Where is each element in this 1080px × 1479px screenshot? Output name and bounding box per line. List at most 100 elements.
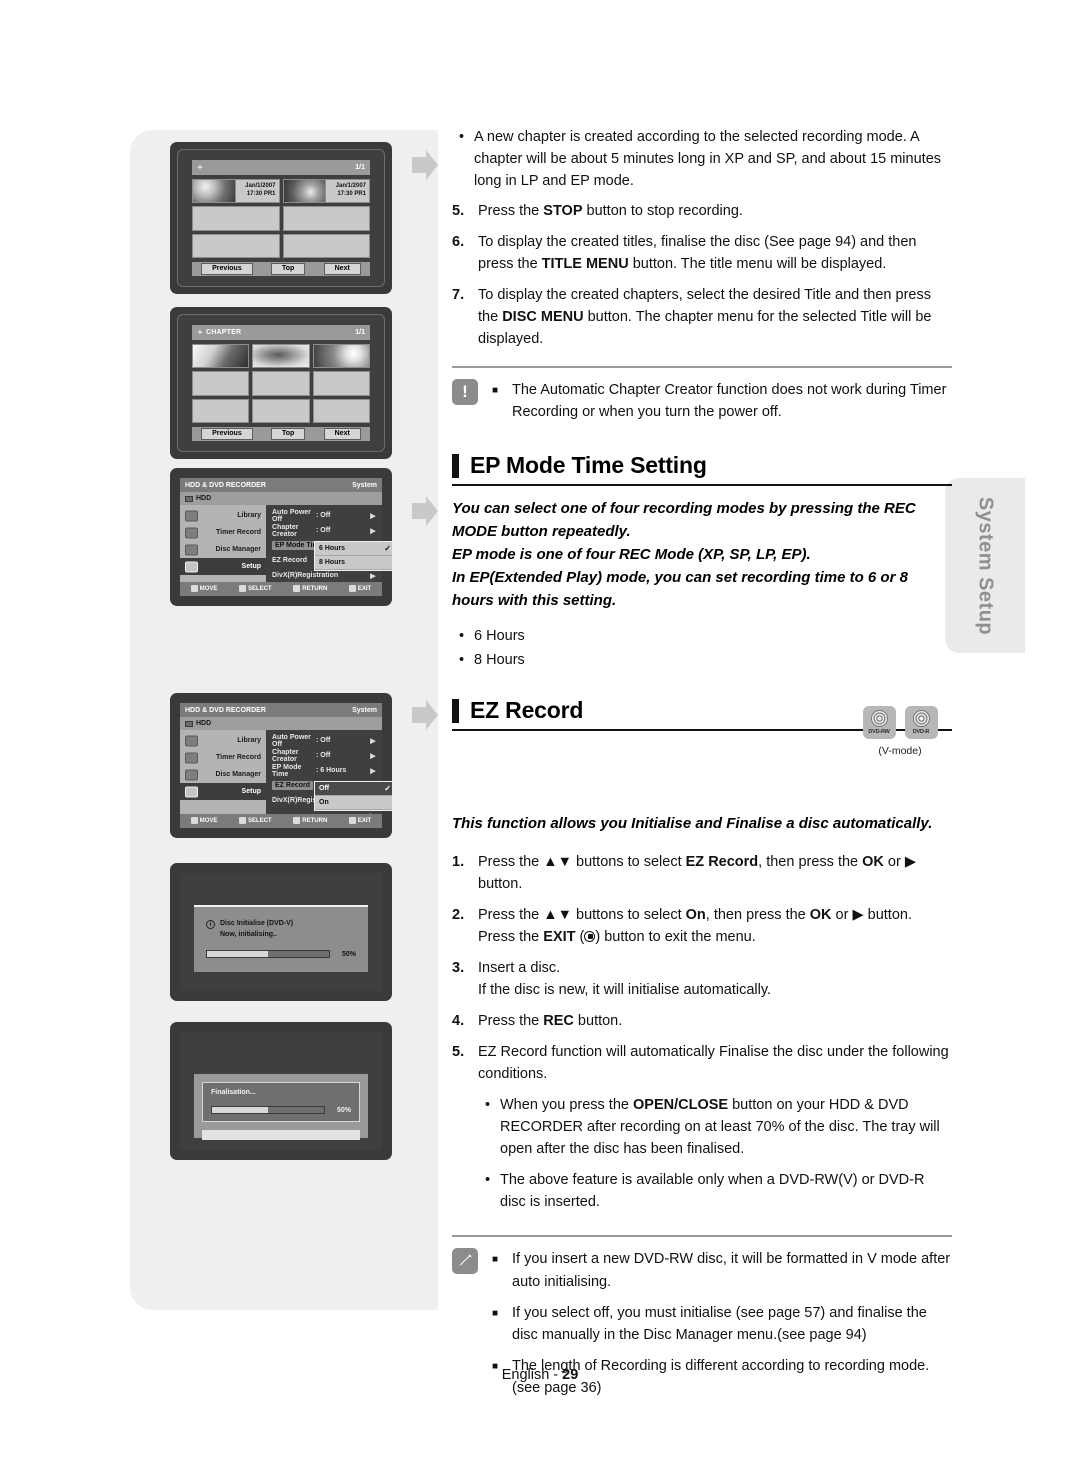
disc-glyph: [912, 710, 930, 728]
ep-option-6-hours: • 6 Hours: [452, 625, 952, 647]
chevron-right-icon: ▶: [370, 572, 376, 580]
dvd-r-icon: DVD-R: [904, 706, 938, 739]
bullet-dot: •: [459, 652, 465, 669]
check-icon: ✓: [384, 544, 391, 553]
title-menu-cell-empty[interactable]: [192, 233, 280, 258]
hdd-icon: [185, 495, 193, 502]
sidebar-item-timer-record[interactable]: Timer Record: [180, 749, 266, 766]
title-menu-cell[interactable]: Jan/1/2007 17:30 PR1: [282, 179, 370, 204]
screenshot-chapter-menu: CHAPTER 1/1 Previous Top Next: [170, 307, 392, 459]
tip-item: ■ If you insert a new DVD-RW disc, it wi…: [492, 1248, 952, 1292]
chapter-menu-cell-empty[interactable]: [192, 371, 250, 396]
sidebar-item-timer-record[interactable]: Timer Record: [180, 524, 266, 541]
chapter-menu-cell-empty[interactable]: [312, 371, 370, 396]
ep-intro: You can select one of four recording mod…: [452, 500, 916, 610]
square-bullet: ■: [492, 1254, 499, 1266]
setup-ez-sidebar: Library Timer Record Disc Manager Setup: [180, 730, 266, 814]
timer-record-icon: [185, 527, 198, 538]
screenshot-disc-initialise: i Disc Initialise (DVD-V) Now, initialis…: [170, 863, 392, 1001]
exit-icon: [348, 585, 356, 593]
ok-icon: [239, 585, 247, 593]
disc-compatibility-icons: DVD-RW DVD-R (V-mode): [845, 706, 955, 757]
intro-bullet: • A new chapter is created according to …: [452, 126, 952, 192]
chapter-menu-cell[interactable]: [312, 344, 370, 369]
title-menu-cell-empty[interactable]: [282, 233, 370, 258]
ep-mode-time-popup[interactable]: 6 Hours ✓ 8 Hours: [314, 541, 392, 571]
gear-icon: [185, 561, 198, 572]
setup-ez-title-left: HDD & DVD RECORDER: [185, 706, 266, 714]
chapter-menu-cell-empty[interactable]: [252, 398, 310, 423]
heading-ep-mode-time-setting: EP Mode Time Setting: [452, 452, 952, 487]
step-6: 6. To display the created titles, finali…: [452, 234, 917, 273]
popup-option-off[interactable]: Off ✓: [315, 782, 392, 796]
setup-ez-titlebar: HDD & DVD RECORDER System: [180, 703, 382, 717]
ez-record-popup[interactable]: Off ✓ On: [314, 781, 392, 811]
diamond-icon: [197, 329, 203, 336]
option-chapter-creator[interactable]: Chapter Creator : Off ▶: [266, 523, 382, 538]
sidebar-item-library[interactable]: Library: [180, 732, 266, 749]
section-side-tab: System Setup: [945, 478, 1025, 653]
ez-step-1: 1. Press the ▲▼ buttons to select EZ Rec…: [452, 854, 916, 893]
screenshot-finalisation: Finalisation... 50%: [170, 1022, 392, 1160]
chapter-menu-cell-empty[interactable]: [252, 371, 310, 396]
option-auto-power-off[interactable]: Auto Power Off : Off ▶: [266, 508, 382, 523]
disc-initialise-dialog: i Disc Initialise (DVD-V) Now, initialis…: [194, 905, 368, 972]
setup-ep-titlebar: HDD & DVD RECORDER System: [180, 478, 382, 492]
footer-exit: EXIT: [348, 585, 371, 593]
sidebar-item-library[interactable]: Library: [180, 507, 266, 524]
caution-icon: !: [452, 379, 478, 406]
chapter-menu-cell[interactable]: [252, 344, 310, 369]
bullet-dot: •: [459, 129, 465, 145]
finalisation-message: Finalisation...: [211, 1089, 256, 1096]
popup-option-on[interactable]: On: [315, 796, 392, 810]
exit-icon: [348, 817, 356, 825]
sidebar-item-label: Setup: [241, 788, 261, 795]
chevron-right-icon: ▶: [370, 737, 376, 745]
title-menu-cell-empty[interactable]: [192, 206, 280, 231]
sidebar-item-disc-manager[interactable]: Disc Manager: [180, 766, 266, 783]
option-chapter-creator[interactable]: Chapter Creator : Off ▶: [266, 748, 382, 763]
library-icon: [185, 510, 198, 521]
pointer-arrow-1: [412, 150, 438, 180]
sidebar-item-setup[interactable]: Setup: [180, 558, 266, 575]
setup-ep-title-right: System: [352, 481, 377, 489]
square-bullet: ■: [492, 385, 499, 397]
chapter-menu-cell-empty[interactable]: [192, 398, 250, 423]
top-button[interactable]: Top: [271, 427, 306, 441]
sidebar-item-label: Timer Record: [216, 754, 261, 761]
setup-ep-source-label: HDD: [196, 495, 212, 502]
ez-step-5: 5. EZ Record function will automatically…: [452, 1044, 949, 1083]
chapter-thumbnail: [313, 345, 369, 368]
ez-step-2: 2. Press the ▲▼ buttons to select On, th…: [452, 907, 912, 946]
previous-button[interactable]: Previous: [201, 427, 253, 441]
chapter-menu-cell[interactable]: [192, 344, 250, 369]
title-menu-cell-empty[interactable]: [282, 206, 370, 231]
caution-item: ■ The Automatic Chapter Creator function…: [492, 379, 952, 423]
dpad-icon: [190, 585, 198, 593]
title-menu-cell[interactable]: Jan/1/2007 17:30 PR1: [192, 179, 280, 204]
next-button[interactable]: Next: [323, 262, 361, 276]
disc-initialise-progress-row: 50%: [206, 950, 356, 958]
hdd-icon: [185, 720, 193, 727]
disc-manager-icon: [185, 769, 198, 780]
top-button[interactable]: Top: [271, 262, 306, 276]
next-button[interactable]: Next: [323, 427, 361, 441]
popup-option-8-hours[interactable]: 8 Hours: [315, 556, 392, 570]
square-bullet: ■: [492, 1307, 499, 1319]
library-icon: [185, 735, 198, 746]
footer-return: RETURN: [293, 585, 327, 593]
sidebar-item-label: Timer Record: [216, 529, 261, 536]
chevron-right-icon: ▶: [370, 767, 376, 775]
popup-option-6-hours[interactable]: 6 Hours ✓: [315, 542, 392, 556]
screenshot-setup-ez-record: HDD & DVD RECORDER System HDD Library Ti…: [170, 693, 392, 838]
title-menu-grid: Jan/1/2007 17:30 PR1 Jan/1/2007 17:30 PR…: [192, 179, 370, 258]
option-ep-mode-time[interactable]: EP Mode Time : 6 Hours ▶: [266, 763, 382, 778]
option-auto-power-off[interactable]: Auto Power Off : Off ▶: [266, 733, 382, 748]
sidebar-item-disc-manager[interactable]: Disc Manager: [180, 541, 266, 558]
setup-ep-options: Auto Power Off : Off ▶ Chapter Creator :…: [266, 505, 392, 595]
sidebar-item-setup[interactable]: Setup: [180, 783, 266, 800]
setup-ez-options: Auto Power Off : Off ▶ Chapter Creator :…: [266, 730, 392, 820]
footer-return: RETURN: [293, 817, 327, 825]
chapter-menu-cell-empty[interactable]: [312, 398, 370, 423]
previous-button[interactable]: Previous: [201, 262, 253, 276]
